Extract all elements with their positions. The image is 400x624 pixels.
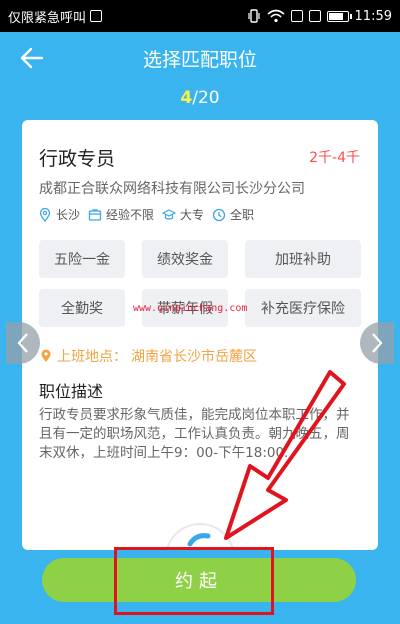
- status-bar: 仅限紧急呼叫 11:59: [0, 0, 400, 32]
- job-salary: 2千-4千: [309, 150, 360, 166]
- page-title: 选择匹配职位: [142, 48, 257, 71]
- watermark: www.qinpinchang.com: [133, 303, 248, 314]
- next-job-button[interactable]: [360, 322, 394, 364]
- benefit-tag: 加班补助: [245, 240, 361, 278]
- chevron-left-icon: [17, 333, 28, 353]
- yueqi-button[interactable]: 约起: [42, 558, 356, 602]
- tag-education-label: 大专: [180, 208, 205, 222]
- page-current: 4: [180, 88, 193, 108]
- job-title: 行政专员: [39, 148, 116, 170]
- education-cap-icon: [162, 208, 177, 220]
- sim-icon: [90, 10, 103, 22]
- tag-experience-label: 经验不限: [106, 208, 155, 222]
- tag-education: 大专: [162, 206, 204, 223]
- status-right: 11:59: [247, 9, 392, 24]
- back-button[interactable]: [18, 44, 46, 72]
- benefit-tag: 绩效奖金: [142, 240, 228, 278]
- work-location-label: 上班地点：: [57, 349, 127, 365]
- location-pin-icon: [39, 207, 51, 222]
- clock-icon: [212, 208, 226, 221]
- benefit-tag: 补充医疗保险: [245, 289, 361, 327]
- tag-jobtype: 全职: [212, 206, 254, 223]
- loading-spinner-icon: [166, 523, 234, 550]
- page-total: /20: [192, 88, 220, 108]
- benefit-tag: 全勤奖: [39, 289, 125, 327]
- header: 选择匹配职位: [0, 32, 400, 84]
- back-arrow-icon: [20, 47, 44, 69]
- page-counter: 4/20: [0, 88, 400, 108]
- company-name: 成都正合联众网络科技有限公司长沙分公司: [39, 181, 305, 197]
- tag-experience: 经验不限: [88, 206, 154, 223]
- status-time: 11:59: [354, 8, 392, 24]
- status-left: 仅限紧急呼叫: [8, 7, 103, 26]
- briefcase-icon: [88, 208, 102, 221]
- sim-card-icon: [290, 10, 303, 22]
- tag-jobtype-label: 全职: [230, 208, 255, 222]
- benefit-tag: 五险一金: [39, 240, 125, 278]
- wifi-icon: [267, 9, 285, 23]
- bottom-action-bar: 约起: [0, 550, 400, 624]
- tag-city-label: 长沙: [56, 208, 81, 222]
- tag-city: 长沙: [38, 206, 80, 223]
- battery-icon: [326, 10, 352, 22]
- work-location-value: 湖南省长沙市岳麓区: [131, 349, 257, 365]
- work-location: 上班地点： 湖南省长沙市岳麓区: [39, 346, 257, 366]
- chevron-right-icon: [372, 333, 383, 353]
- carrier-text: 仅限紧急呼叫: [8, 10, 87, 26]
- job-card: 行政专员 2千-4千 成都正合联众网络科技有限公司长沙分公司 长沙 经验不限 大…: [22, 120, 378, 550]
- description-title: 职位描述: [39, 382, 104, 401]
- vibrate-icon: [247, 9, 260, 23]
- sim-card-2-icon: [308, 10, 321, 22]
- description-text: 行政专员要求形象气质佳，能完成岗位本职工作，并且有一定的职场风范，工作认真负责。…: [39, 407, 350, 461]
- job-tags: 长沙 经验不限 大专 全职: [38, 206, 254, 223]
- location-pin-icon: [41, 349, 51, 362]
